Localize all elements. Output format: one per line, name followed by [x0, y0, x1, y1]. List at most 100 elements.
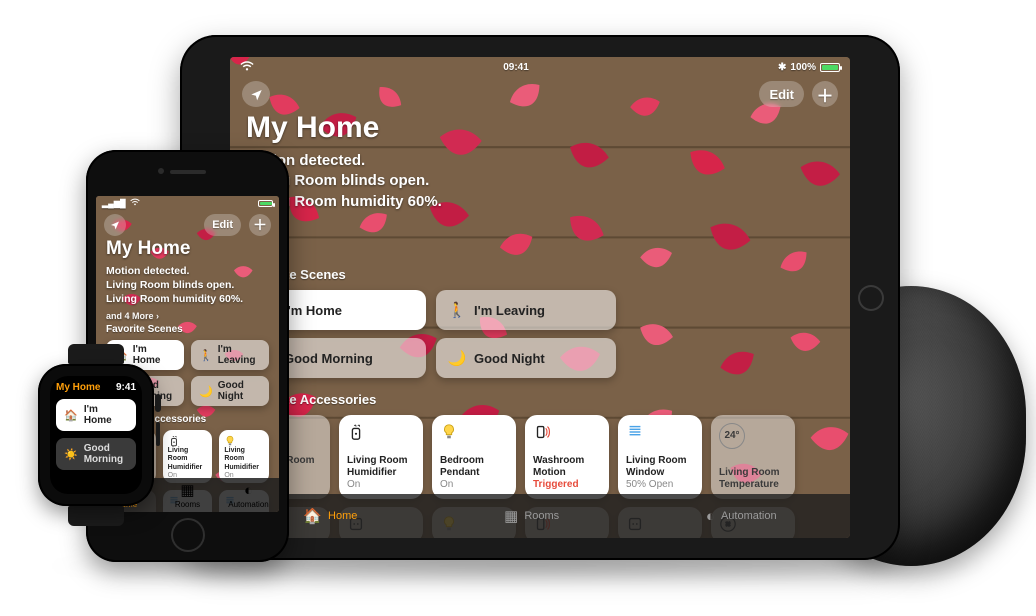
walk-icon: 🚶: [448, 301, 466, 319]
accessory-tile[interactable]: Living Room HumidifierOn: [219, 430, 269, 483]
watch-time: 9:41: [116, 382, 136, 393]
home-summary: My Home Motion detected. Living Room bli…: [106, 238, 243, 321]
watch-crown[interactable]: [155, 394, 161, 412]
humidifier-icon: [168, 435, 208, 447]
add-button[interactable]: ＋: [249, 214, 271, 236]
accessory-name: Bedroom Pendant: [440, 455, 508, 479]
battery-icon: [820, 63, 840, 72]
battery-pct: 100%: [790, 62, 816, 73]
watch-side-button[interactable]: [156, 422, 160, 446]
thermo-icon: 24°: [719, 423, 787, 441]
scene-label: Good Morning: [84, 443, 128, 465]
wifi-icon: [240, 61, 254, 74]
bulb-icon: [440, 423, 508, 441]
rooms-tab-icon: ▦: [180, 481, 194, 499]
scene-label: I'm Leaving: [474, 303, 545, 318]
accessory-tile[interactable]: 24° Living Room Temperature: [711, 415, 795, 499]
tab-automation[interactable]: ◐ Automation: [706, 508, 777, 525]
scene-label: I'm Home: [284, 303, 342, 318]
accessory-tile[interactable]: Living Room HumidifierOn: [163, 430, 213, 483]
edit-button[interactable]: Edit: [759, 81, 804, 107]
sun-icon: ☀️: [64, 448, 78, 461]
scene-label: Good Night: [474, 351, 545, 366]
humidifier-icon: [347, 423, 415, 441]
scene-good-morning[interactable]: ☀️ Good Morning: [56, 438, 136, 470]
moon-icon: 🌙: [199, 385, 213, 398]
accessory-name: Washroom Motion: [533, 455, 601, 479]
accessory-tile[interactable]: Living Room Window50% Open: [618, 415, 702, 499]
accessory-state: Triggered: [533, 479, 601, 491]
watch-title: My Home: [56, 382, 100, 393]
ipad-screen: 09:41 ✱ 100% Edit ＋ My Home Motion detec…: [230, 57, 850, 538]
accessory-state: On: [347, 479, 415, 491]
scene-label: Good Morning: [284, 351, 373, 366]
automation-tab-icon: ◐: [706, 508, 715, 525]
tab-label: Rooms: [524, 510, 559, 522]
moon-icon: 🌙: [448, 349, 466, 367]
section-title-scenes: Favorite Scenes: [246, 267, 834, 282]
tab-label: Home: [328, 510, 357, 522]
battery-icon: [258, 200, 273, 207]
tab-label: Automation: [228, 500, 268, 509]
bulb-icon: [224, 435, 264, 447]
watch-screen: My Home 9:41 🏠 I'm Home ☀️ Good Morning: [50, 376, 142, 494]
automation-tab-icon: ◐: [244, 482, 253, 499]
watch-case: My Home 9:41 🏠 I'm Home ☀️ Good Morning: [38, 364, 154, 506]
scene-label: I'm Leaving: [218, 344, 261, 366]
watch-band-bottom: [68, 506, 124, 526]
status-time: 09:41: [503, 62, 529, 73]
accessory-tile[interactable]: Living Room HumidifierOn: [339, 415, 423, 499]
scene-label: I'm Home: [84, 404, 128, 426]
accessory-name: Living Room Humidifier: [168, 447, 208, 472]
watch-device: My Home 9:41 🏠 I'm Home ☀️ Good Morning: [30, 350, 162, 520]
watch-band-top: [68, 344, 124, 364]
tab-rooms[interactable]: ▦ Rooms: [504, 507, 559, 525]
ipad-home-button[interactable]: [858, 285, 884, 311]
scene-im-home[interactable]: 🏠 I'm Home: [56, 399, 136, 431]
accessory-name: Living Room Temperature: [719, 467, 787, 491]
motion-icon: [533, 423, 601, 441]
iphone-home-button[interactable]: [171, 518, 205, 552]
section-title-scenes: Favorite Scenes: [106, 324, 269, 335]
edit-button[interactable]: Edit: [204, 214, 241, 236]
tab-rooms[interactable]: ▦ Rooms: [157, 478, 218, 512]
accessory-state: On: [440, 479, 508, 491]
section-title-accessories: Favorite Accessories: [246, 392, 834, 407]
temperature-badge: 24°: [719, 423, 745, 449]
wifi-icon: [130, 198, 140, 208]
add-button[interactable]: ＋: [812, 81, 838, 107]
tab-label: Rooms: [175, 500, 200, 509]
scene-good-night[interactable]: 🌙 Good Night: [436, 338, 616, 378]
home-tab-icon: 🏠: [303, 507, 322, 525]
accessory-tile[interactable]: Bedroom PendantOn: [432, 415, 516, 499]
iphone-status-bar: ▂▄▆█: [96, 196, 279, 210]
tab-automation[interactable]: ◐ Automation: [218, 478, 279, 512]
favorite-scenes-section: Favorite Scenes 🏠 I'm Home 🚶 I'm Leaving…: [246, 267, 834, 386]
scene-im-leaving[interactable]: 🚶 I'm Leaving: [191, 340, 269, 370]
walk-icon: 🚶: [199, 349, 213, 362]
iphone-camera: [158, 168, 164, 174]
accessory-state: 50% Open: [626, 479, 694, 491]
location-button[interactable]: [104, 214, 126, 236]
bluetooth-icon: ✱: [778, 62, 786, 73]
accessory-tile[interactable]: Washroom MotionTriggered: [525, 415, 609, 499]
scene-good-night[interactable]: 🌙 Good Night: [191, 376, 269, 406]
home-title: My Home: [246, 111, 442, 145]
tab-label: Automation: [721, 510, 777, 522]
location-button[interactable]: [242, 81, 270, 107]
accessory-name: Living Room Window: [626, 455, 694, 479]
accessory-name: Living Room Humidifier: [347, 455, 415, 479]
blinds-icon: [626, 423, 694, 441]
rooms-tab-icon: ▦: [504, 507, 518, 525]
home-icon: 🏠: [64, 409, 78, 422]
iphone-speaker: [170, 170, 206, 174]
signal-icon: ▂▄▆█: [102, 199, 126, 208]
scene-label: Good Night: [218, 380, 261, 402]
accessory-name: Living Room Humidifier: [224, 447, 264, 472]
scene-im-leaving[interactable]: 🚶 I'm Leaving: [436, 290, 616, 330]
more-link[interactable]: and 4 More ›: [106, 311, 243, 321]
tab-home[interactable]: 🏠 Home: [303, 507, 357, 525]
home-title: My Home: [106, 238, 243, 260]
tab-bar: 🏠 Home ▦ Rooms ◐ Automation: [230, 494, 850, 538]
ipad-status-bar: 09:41 ✱ 100%: [230, 57, 850, 77]
